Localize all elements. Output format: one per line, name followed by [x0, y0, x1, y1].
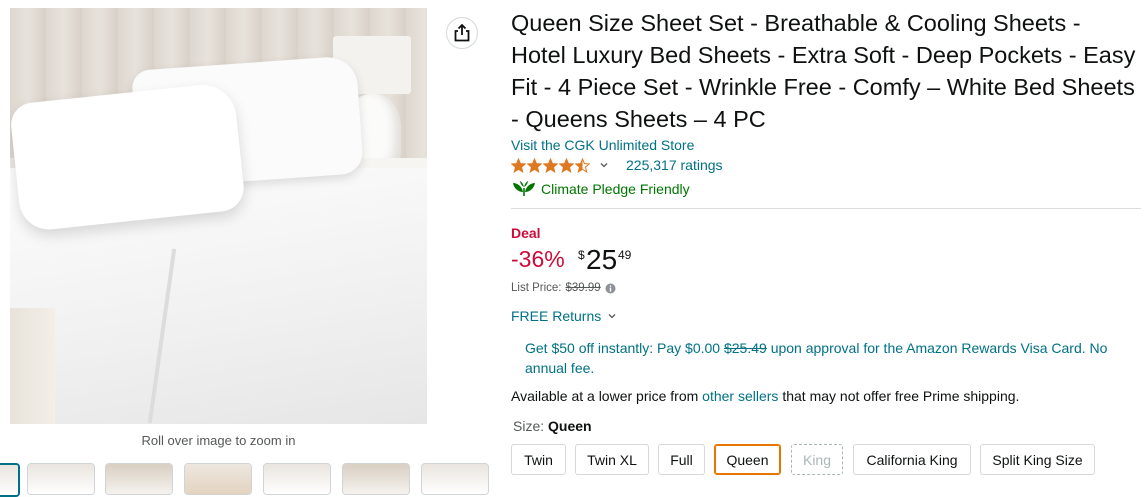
free-returns-link[interactable]: FREE Returns [511, 308, 616, 324]
star-icon [543, 157, 558, 173]
thumbnail-image[interactable] [0, 463, 20, 497]
climate-leaf-icon [513, 181, 535, 196]
share-button[interactable] [446, 17, 478, 49]
section-divider [511, 208, 1141, 209]
rating-row: 225,317 ratings [511, 156, 723, 174]
star-icon [575, 157, 590, 173]
credit-card-promo[interactable]: Get $50 off instantly: Pay $0.00 $25.49 … [525, 338, 1125, 378]
thumbnail-image[interactable] [263, 463, 331, 495]
thumbnail-strip [0, 463, 489, 497]
star-icon [559, 157, 574, 173]
product-main-image[interactable] [10, 8, 427, 424]
size-option-twin[interactable]: Twin [511, 444, 566, 475]
star-rating[interactable] [511, 157, 591, 173]
size-option-king[interactable]: King [791, 444, 843, 475]
thumbnail-image[interactable] [27, 463, 95, 495]
zoom-hint: Roll over image to zoom in [141, 433, 296, 448]
list-price-label: List Price: [511, 282, 562, 294]
size-option-full[interactable]: Full [658, 444, 705, 475]
info-icon[interactable] [605, 283, 616, 294]
chevron-down-icon [608, 314, 616, 319]
ratings-count-link[interactable]: 225,317 ratings [626, 157, 723, 173]
size-option-queen[interactable]: Queen [714, 444, 781, 475]
list-price-value: $39.99 [565, 282, 601, 294]
size-label-prefix: Size: [513, 418, 545, 434]
star-icon [511, 157, 526, 173]
price-whole: 25 [586, 244, 618, 275]
star-icon [527, 157, 542, 173]
size-selected-value: Queen [548, 418, 592, 434]
free-returns-label: FREE Returns [511, 308, 602, 324]
availability-prefix: Available at a lower price from [511, 388, 703, 404]
promo-text-1: Get $50 off instantly: Pay $0.00 [525, 340, 724, 356]
availability-suffix: that may not offer free Prime shipping. [778, 388, 1020, 404]
other-sellers-link[interactable]: other sellers [702, 388, 778, 404]
size-option-california-king[interactable]: California King [853, 444, 971, 475]
store-link[interactable]: Visit the CGK Unlimited Store [511, 137, 694, 153]
deal-badge: Deal [511, 225, 541, 241]
promo-strike-price: $25.49 [723, 340, 767, 356]
chevron-down-icon[interactable] [600, 161, 608, 169]
thumbnail-image[interactable] [342, 463, 410, 495]
thumbnail-image[interactable] [184, 463, 252, 495]
size-label: Size: Queen [513, 418, 592, 434]
pillow-front-graphic [10, 81, 247, 233]
climate-pledge-row[interactable]: Climate Pledge Friendly [511, 180, 690, 197]
climate-pledge-label: Climate Pledge Friendly [541, 180, 690, 197]
list-price-row: List Price: $39.99 [511, 282, 616, 294]
share-icon [454, 24, 470, 42]
size-option-twin-xl[interactable]: Twin XL [575, 444, 649, 475]
availability-note: Available at a lower price from other se… [511, 388, 1019, 404]
price-fraction: 49 [618, 248, 632, 262]
price-currency: $ [578, 248, 585, 262]
thumbnail-image[interactable] [105, 463, 173, 495]
product-title: Queen Size Sheet Set - Breathable & Cool… [511, 10, 1136, 132]
thumbnail-image[interactable] [421, 463, 489, 495]
side-table-graphic [10, 308, 55, 424]
size-option-split-king[interactable]: Split King Size [980, 444, 1095, 475]
discount-percent: -36% [511, 246, 565, 272]
